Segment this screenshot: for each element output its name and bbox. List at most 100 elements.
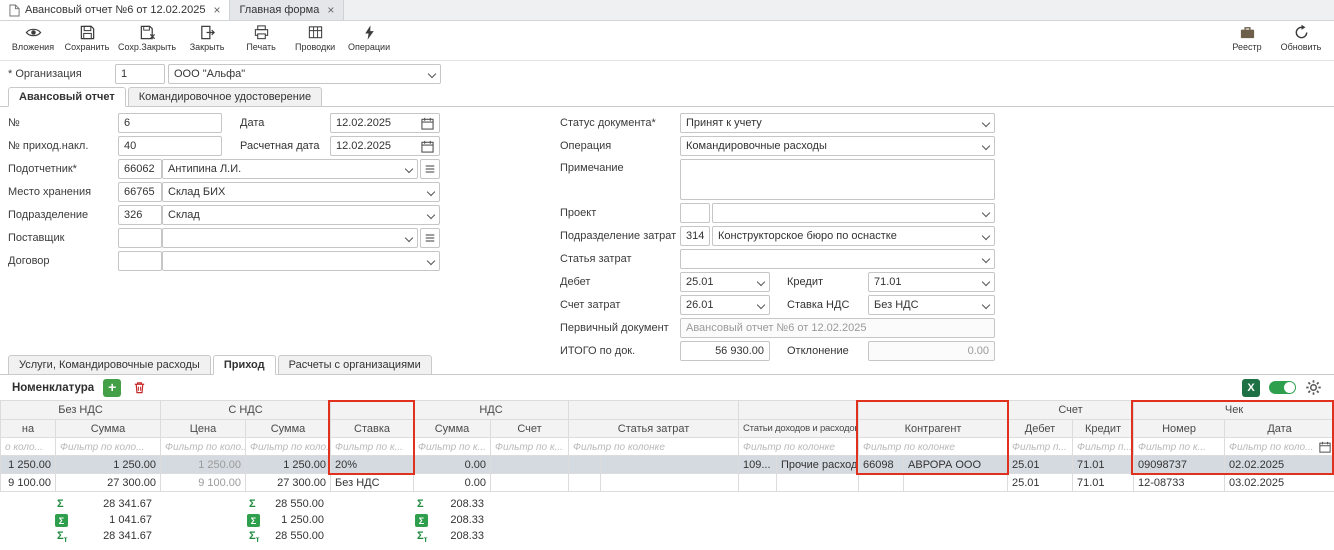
- cell[interactable]: Без НДС: [331, 474, 414, 492]
- col-debit[interactable]: Дебет: [1008, 420, 1073, 438]
- total-field[interactable]: 56 930.00: [680, 341, 770, 361]
- close-icon[interactable]: ×: [327, 3, 334, 17]
- cell[interactable]: 66098: [859, 456, 904, 474]
- supplier-code[interactable]: [118, 228, 162, 248]
- cell[interactable]: [739, 474, 777, 492]
- delete-row-button[interactable]: [130, 379, 148, 397]
- cell[interactable]: АВРОРА ООО: [904, 456, 1008, 474]
- filter-input[interactable]: Фильтр по к...: [1134, 438, 1225, 456]
- cell[interactable]: [569, 456, 601, 474]
- calendar-icon[interactable]: [421, 140, 434, 153]
- filter-input[interactable]: Фильтр п...: [1008, 438, 1073, 456]
- project-code[interactable]: [680, 203, 710, 223]
- attachments-button[interactable]: Вложения: [6, 22, 60, 59]
- refresh-button[interactable]: Обновить: [1274, 22, 1328, 59]
- organization-code-field[interactable]: 1: [115, 64, 165, 84]
- accountable-person-list-button[interactable]: [420, 159, 440, 179]
- date-field[interactable]: 12.02.2025: [330, 113, 440, 133]
- organization-select[interactable]: ООО "Альфа": [168, 64, 441, 84]
- col-cost-item[interactable]: Статья затрат: [569, 420, 739, 438]
- cell[interactable]: [569, 474, 601, 492]
- cell[interactable]: 27 300.00: [246, 474, 331, 492]
- cell[interactable]: 1 250.00: [246, 456, 331, 474]
- filter-input[interactable]: Фильтр по к...: [331, 438, 414, 456]
- save-button[interactable]: Сохранить: [60, 22, 114, 59]
- cell[interactable]: 25.01: [1008, 474, 1073, 492]
- cell[interactable]: 27 300.00: [56, 474, 161, 492]
- tab-services-travel[interactable]: Услуги, Командировочные расходы: [8, 355, 211, 375]
- cell[interactable]: 03.02.2025: [1225, 474, 1334, 492]
- cost-account-select[interactable]: 26.01: [680, 295, 770, 315]
- cell[interactable]: 71.01: [1073, 474, 1134, 492]
- calendar-icon[interactable]: [421, 117, 434, 130]
- contract-select[interactable]: [162, 251, 440, 271]
- cell[interactable]: [904, 474, 1008, 492]
- cell[interactable]: 71.01: [1073, 456, 1134, 474]
- grid-toggle[interactable]: [1269, 381, 1296, 394]
- cell[interactable]: 9 100.00: [161, 474, 246, 492]
- operations-button[interactable]: Операции: [342, 22, 396, 59]
- cell[interactable]: 12-08733: [1134, 474, 1225, 492]
- filter-input[interactable]: Фильтр по коло...: [161, 438, 246, 456]
- tab-advance-report-form[interactable]: Авансовый отчет: [8, 87, 126, 107]
- credit-select[interactable]: 71.01: [868, 272, 995, 292]
- cost-item-select[interactable]: [680, 249, 995, 269]
- storage-select[interactable]: Склад БИХ: [162, 182, 440, 202]
- cell[interactable]: 0.00: [414, 474, 491, 492]
- cell[interactable]: 109...: [739, 456, 777, 474]
- filter-input[interactable]: Фильтр по к...: [491, 438, 569, 456]
- project-select[interactable]: [712, 203, 995, 223]
- excel-export-button[interactable]: X: [1242, 379, 1260, 397]
- debit-select[interactable]: 25.01: [680, 272, 770, 292]
- note-field[interactable]: [680, 159, 995, 200]
- accountable-person-select[interactable]: Антипина Л.И.: [162, 159, 418, 179]
- print-button[interactable]: Печать: [234, 22, 288, 59]
- cell[interactable]: 1 250.00: [161, 456, 246, 474]
- cell[interactable]: 9 100.00: [1, 474, 56, 492]
- contract-code[interactable]: [118, 251, 162, 271]
- filter-input[interactable]: Фильтр по колонке: [569, 438, 739, 456]
- calc-date-field[interactable]: 12.02.2025: [330, 136, 440, 156]
- cell[interactable]: [777, 474, 859, 492]
- cell[interactable]: 0.00: [414, 456, 491, 474]
- cell[interactable]: 02.02.2025: [1225, 456, 1334, 474]
- supplier-select[interactable]: [162, 228, 418, 248]
- cell[interactable]: Прочие расходы, дохо...: [777, 456, 859, 474]
- col-sum-no-vat[interactable]: Сумма: [56, 420, 161, 438]
- storage-code[interactable]: 66765: [118, 182, 162, 202]
- operation-select[interactable]: Командировочные расходы: [680, 136, 995, 156]
- filter-input[interactable]: Фильтр по коло...: [246, 438, 331, 456]
- col-price-no-vat[interactable]: на: [1, 420, 56, 438]
- filter-input[interactable]: Фильтр п...: [1073, 438, 1134, 456]
- cost-department-select[interactable]: Конструкторское бюро по оснастке: [712, 226, 995, 246]
- col-income-items[interactable]: Статьи доходов и расходов: [739, 420, 859, 438]
- postings-button[interactable]: Проводки: [288, 22, 342, 59]
- cell[interactable]: 09098737: [1134, 456, 1225, 474]
- cell[interactable]: [491, 474, 569, 492]
- department-code[interactable]: 326: [118, 205, 162, 225]
- filter-input[interactable]: Фильтр по колонке: [739, 438, 859, 456]
- cell[interactable]: [859, 474, 904, 492]
- col-check-date[interactable]: Дата: [1225, 420, 1334, 438]
- tab-org-settlements[interactable]: Расчеты с организациями: [278, 355, 432, 375]
- table-row[interactable]: 1 250.00 1 250.00 1 250.00 1 250.00 20% …: [1, 456, 1334, 474]
- receipt-number-field[interactable]: 40: [118, 136, 222, 156]
- filter-input[interactable]: Фильтр по колонке: [859, 438, 1008, 456]
- filter-input[interactable]: Фильтр по коло...: [56, 438, 161, 456]
- cell[interactable]: 1 250.00: [56, 456, 161, 474]
- col-sum-vat[interactable]: Сумма: [246, 420, 331, 438]
- filter-input[interactable]: Фильтр по к...: [414, 438, 491, 456]
- save-close-button[interactable]: Сохр.Закрыть: [114, 22, 180, 59]
- col-vat-sum[interactable]: Сумма: [414, 420, 491, 438]
- tab-travel-certificate[interactable]: Командировочное удостоверение: [128, 87, 322, 107]
- vat-rate-select[interactable]: Без НДС: [868, 295, 995, 315]
- supplier-list-button[interactable]: [420, 228, 440, 248]
- cell[interactable]: [601, 456, 739, 474]
- accountable-person-code[interactable]: 66062: [118, 159, 162, 179]
- filter-date-input[interactable]: Фильтр по коло...: [1225, 438, 1334, 456]
- add-row-button[interactable]: +: [103, 379, 121, 397]
- cell[interactable]: 20%: [331, 456, 414, 474]
- gear-icon[interactable]: [1305, 379, 1322, 396]
- cost-department-code[interactable]: 314: [680, 226, 710, 246]
- cell[interactable]: [601, 474, 739, 492]
